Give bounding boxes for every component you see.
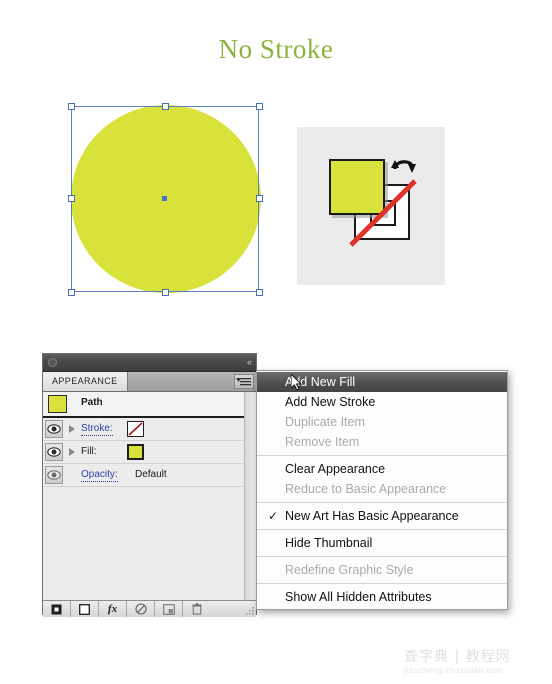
menu-item-clear-appearance[interactable]: Clear Appearance (257, 459, 507, 479)
menu-separator (257, 502, 507, 503)
stroke-swatch-none[interactable] (127, 421, 144, 437)
appearance-panel[interactable]: « APPEARANCE Path Stroke: Fill: Opacity:… (42, 353, 257, 617)
menu-item-new-art-has-basic-appearance[interactable]: ✓ New Art Has Basic Appearance (257, 506, 507, 526)
menu-item-add-new-fill[interactable]: Add New Fill (257, 372, 507, 392)
hamburger-icon (236, 378, 251, 386)
menu-separator (257, 556, 507, 557)
menu-separator (257, 583, 507, 584)
none-slash-icon (128, 422, 143, 436)
eye-glyph (47, 447, 61, 457)
menu-item-label: New Art Has Basic Appearance (285, 509, 459, 523)
appearance-row-fill[interactable]: Fill: (43, 441, 256, 464)
fill-swatch[interactable] (127, 444, 144, 460)
selection-handle-middle-left[interactable] (68, 195, 75, 202)
appearance-row-stroke[interactable]: Stroke: (43, 418, 256, 441)
panel-title-bar[interactable]: « (43, 354, 256, 372)
eye-icon[interactable] (45, 443, 63, 461)
appearance-row-path[interactable]: Path (43, 392, 256, 418)
shape-center-point (162, 196, 167, 201)
close-icon[interactable] (48, 358, 57, 367)
add-new-stroke-button[interactable] (43, 601, 71, 617)
empty-square-icon (79, 603, 90, 615)
page-title: No Stroke (218, 34, 334, 64)
selection-handle-top-center[interactable] (162, 103, 169, 110)
appearance-row-label: Path (81, 397, 103, 408)
add-new-fill-button[interactable] (71, 601, 99, 617)
eye-icon[interactable] (45, 420, 63, 438)
menu-item-show-all-hidden-attributes[interactable]: Show All Hidden Attributes (257, 587, 507, 607)
appearance-panel-context-menu[interactable]: Add New Fill Add New Stroke Duplicate It… (256, 370, 508, 610)
collapse-arrows-icon[interactable]: « (247, 356, 252, 369)
watermark-cn-text: 查字典 | 教程网 (404, 649, 511, 665)
selection-handle-top-right[interactable] (256, 103, 263, 110)
no-symbol-icon (134, 603, 147, 615)
opacity-value[interactable]: Default (135, 469, 167, 480)
tab-appearance[interactable]: APPEARANCE (43, 372, 128, 391)
appearance-attribute-list[interactable]: Path Stroke: Fill: Opacity: Default (43, 392, 256, 601)
menu-item-remove-item: Remove Item (285, 435, 360, 449)
fill-color-swatch[interactable] (329, 159, 385, 215)
panel-tab-bar: APPEARANCE (43, 372, 256, 392)
path-thumbnail[interactable] (48, 395, 67, 413)
menu-item-add-new-stroke[interactable]: Add New Stroke (257, 392, 507, 412)
disclosure-triangle-icon[interactable] (69, 425, 75, 433)
panel-menu-icon[interactable] (234, 374, 254, 389)
selection-handle-bottom-right[interactable] (256, 289, 263, 296)
checkmark-icon: ✓ (268, 509, 279, 523)
eye-icon[interactable] (45, 466, 63, 484)
eye-glyph (47, 424, 61, 434)
selection-handle-bottom-left[interactable] (68, 289, 75, 296)
menu-item-hide-thumbnail[interactable]: Hide Thumbnail (257, 533, 507, 553)
panel-scrollbar[interactable] (244, 392, 256, 600)
appearance-row-label[interactable]: Opacity: (81, 469, 118, 482)
add-new-effect-button[interactable]: fx (99, 601, 127, 617)
menu-separator (257, 455, 507, 456)
duplicate-item-button[interactable] (155, 601, 183, 617)
selection-handle-top-left[interactable] (68, 103, 75, 110)
filled-square-icon (51, 604, 62, 614)
fx-icon: fx (107, 603, 118, 615)
menu-item-reduce-to-basic-appearance: Reduce to Basic Appearance (285, 482, 447, 496)
eye-glyph (47, 470, 61, 480)
appearance-row-label: Fill: (81, 446, 97, 457)
clear-appearance-button[interactable] (127, 601, 155, 617)
menu-item-duplicate-item: Duplicate Item (285, 415, 365, 429)
selection-handle-bottom-center[interactable] (162, 289, 169, 296)
delete-item-button[interactable] (183, 601, 211, 617)
panel-footer-toolbar[interactable]: fx (43, 601, 256, 617)
swap-fill-stroke-icon[interactable] (389, 153, 419, 183)
appearance-row-opacity[interactable]: Opacity: Default (43, 464, 256, 487)
trash-icon (192, 603, 202, 615)
fill-stroke-indicator[interactable] (297, 127, 445, 285)
watermark: 查字典 | 教程网 jiaocheng.chazidian.com (404, 649, 544, 681)
menu-item-redefine-graphic-style: Redefine Graphic Style (285, 563, 414, 577)
duplicate-icon (162, 603, 175, 615)
disclosure-triangle-icon[interactable] (69, 448, 75, 456)
selection-handle-middle-right[interactable] (256, 195, 263, 202)
appearance-row-label[interactable]: Stroke: (81, 423, 113, 436)
appearance-empty-area (43, 505, 256, 600)
watermark-url-text: jiaocheng.chazidian.com (404, 666, 504, 675)
menu-separator (257, 529, 507, 530)
artboard-selection-area[interactable] (68, 103, 264, 296)
resize-grip-icon[interactable] (246, 607, 255, 616)
